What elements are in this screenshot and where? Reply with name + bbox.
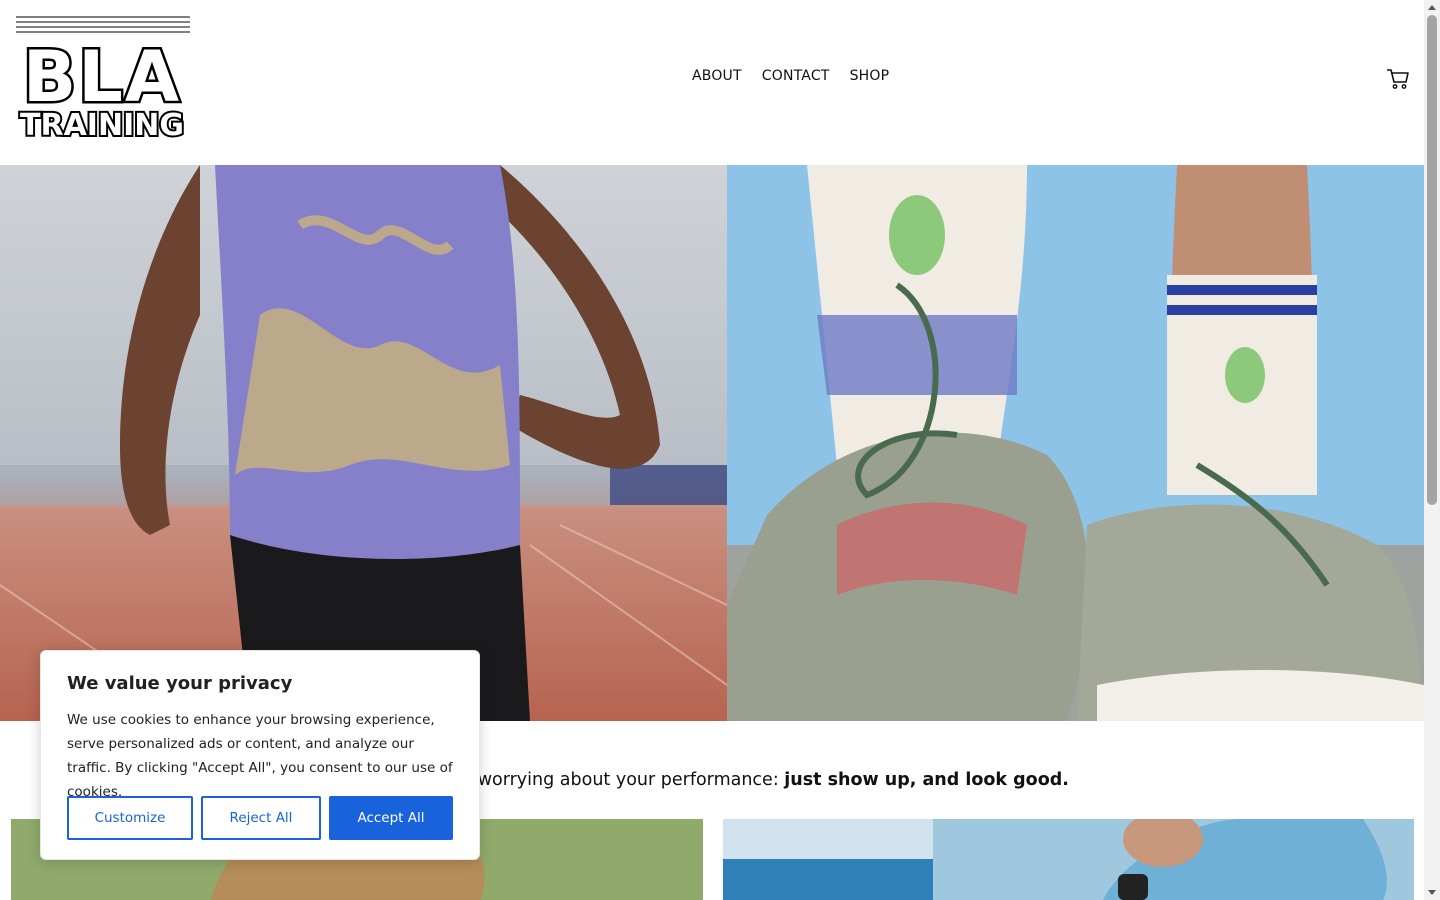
hero-banner: [0, 165, 1424, 721]
brand-logo[interactable]: BLA TRAINING: [14, 14, 194, 142]
site-header: BLA TRAINING ABOUT CONTACT SHOP: [0, 0, 1424, 165]
nav-shop[interactable]: SHOP: [850, 68, 890, 84]
cookie-description: We use cookies to enhance your browsing …: [67, 712, 453, 800]
product-image-right[interactable]: [723, 819, 1414, 900]
hero-image-runner: [0, 165, 727, 721]
hero-image-socks: [727, 165, 1424, 721]
scroll-thumb[interactable]: [1427, 15, 1437, 505]
scroll-down-arrow-icon[interactable]: [1428, 890, 1436, 895]
page-scrollbar[interactable]: [1424, 0, 1440, 900]
nav-about[interactable]: ABOUT: [692, 68, 742, 84]
cart-icon: [1387, 69, 1409, 89]
main-nav: ABOUT CONTACT SHOP: [692, 68, 889, 84]
svg-text:TRAINING: TRAINING: [20, 108, 184, 142]
customize-button[interactable]: Customize: [67, 796, 193, 840]
cookie-consent-dialog: We value your privacy We use cookies to …: [40, 650, 480, 860]
accept-all-button[interactable]: Accept All: [329, 796, 453, 840]
tagline-emphasis: just show up, and look good.: [784, 770, 1069, 790]
cart-button[interactable]: [1386, 68, 1410, 90]
logo-image: BLA TRAINING: [16, 16, 190, 142]
svg-text:BLA: BLA: [23, 36, 181, 118]
cookie-title: We value your privacy: [67, 673, 293, 694]
scroll-up-arrow-icon[interactable]: [1428, 5, 1436, 10]
reject-all-button[interactable]: Reject All: [201, 796, 321, 840]
nav-contact[interactable]: CONTACT: [762, 68, 830, 84]
cookie-button-row: Customize Reject All Accept All: [67, 796, 453, 840]
